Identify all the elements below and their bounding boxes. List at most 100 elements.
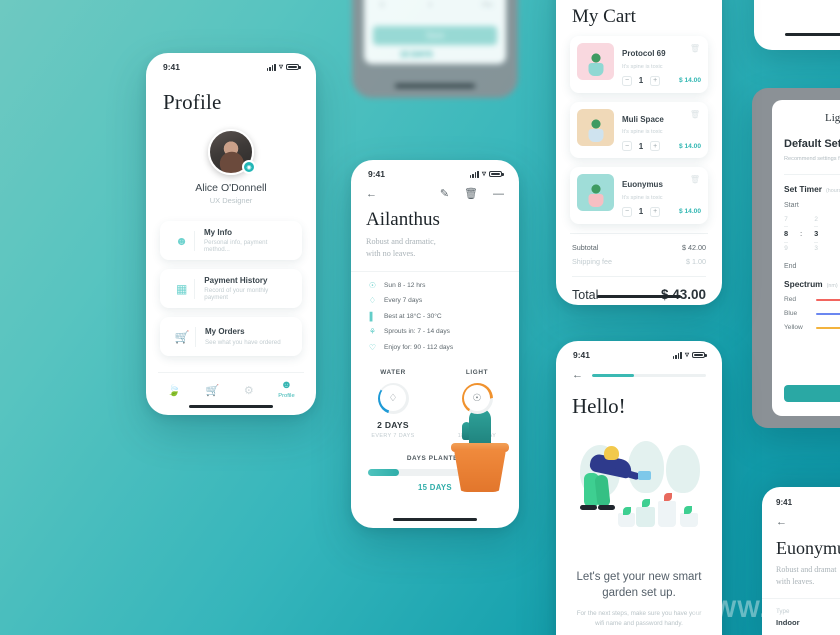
slider-label-yellow: Yellow (784, 324, 803, 332)
cart-item[interactable]: Protocol 69 It's spine is toxic − 1 + $ … (570, 36, 708, 93)
trash-icon[interactable]: 🗑 (690, 175, 700, 184)
status-indicators: ▿ (266, 63, 301, 71)
stat-sub: EVERY 7 DAYS (371, 432, 415, 439)
item-price: $ 14.00 (679, 142, 701, 150)
menu-item-my-orders[interactable]: 🛒 My Orders See what you have ordered (160, 317, 302, 356)
increase-button[interactable]: + (650, 206, 660, 217)
drop-icon: ♢ (368, 296, 377, 306)
tablet-device: Light C Default Settin Recommend setting… (752, 88, 840, 428)
item-name: Muli Space (622, 114, 664, 124)
planter-box (636, 507, 655, 527)
sidebar-item-profile[interactable]: ☻ Profile (278, 379, 294, 399)
menu-item-subtitle: Personal info, payment method... (204, 239, 268, 254)
divider (194, 230, 196, 251)
arrow-left-icon[interactable]: ← (366, 189, 377, 200)
item-desc: It's spine is toxic (622, 194, 663, 201)
trash-icon[interactable]: 🗑 (464, 189, 478, 200)
background-home-indicator (395, 84, 475, 88)
battery-icon (489, 170, 504, 178)
status-indicators: ▿ (672, 351, 707, 359)
minutes-column[interactable]: 2 3 3 (814, 214, 819, 255)
status-time: 9:41 (776, 498, 793, 507)
bush-shape (666, 445, 700, 493)
status-time: 9:41 (573, 350, 591, 360)
sidebar-item-cart[interactable]: 🛒 (206, 384, 220, 399)
bottom-nav: 🍃 🛒 ⚙ ☻ Profile (146, 379, 316, 399)
user-icon: ☻ (175, 233, 188, 248)
background-picker-meridiem: AMPMPre (482, 2, 493, 10)
decrease-button[interactable]: − (622, 75, 632, 86)
menu-item-payment-history[interactable]: ▦ Payment History Record of your monthly… (160, 269, 302, 308)
status-bar: 9:41 ▿ (556, 341, 722, 362)
item-name: Protocol 69 (622, 49, 666, 58)
slider-track-yellow[interactable] (816, 326, 840, 330)
gear-icon: ⚙ (243, 385, 254, 397)
slider-blue[interactable]: Blue (784, 310, 840, 317)
background-days-label: 15 DAYS (400, 50, 433, 59)
increase-button[interactable]: + (650, 141, 660, 151)
time-picker[interactable]: 7 8 9 : 2 3 3 (784, 214, 840, 255)
menu-item-text: Payment History Record of your monthly p… (204, 276, 291, 302)
fact-row: ♡ Enjoy for: 90 - 112 days (368, 343, 519, 352)
sidebar-item-garden[interactable]: 🍃 (167, 384, 181, 399)
menu-item-my-info[interactable]: ☻ My Info Personal info, payment method.… (160, 221, 302, 260)
edit-icon[interactable]: ✎ (440, 189, 449, 200)
thermometer-icon: ▌ (369, 311, 376, 321)
divider (195, 326, 196, 347)
shipping-row: Shipping fee $ 1.00 (556, 257, 722, 266)
cart-items-list: Protocol 69 It's spine is toxic − 1 + $ … (556, 36, 722, 224)
hours-column[interactable]: 7 8 9 (784, 214, 789, 255)
battery-icon (692, 351, 707, 359)
plant-detail-phone: 9:41 ▿ ← ✎ 🗑 — Ailanthus Robust and dram… (351, 160, 519, 528)
minutes-next: 3 (814, 244, 818, 252)
cactus-illustration (450, 408, 510, 492)
avatar-wrapper[interactable]: ◉ (208, 129, 256, 175)
app-canvas: 789 233 AMPMPre Save 15 DAYS 🍃 Garden 🛒 (0, 0, 840, 635)
arrow-left-icon[interactable]: ← (776, 516, 840, 528)
slider-track-red[interactable] (816, 298, 840, 302)
shipping-value: $ 1.00 (686, 256, 706, 266)
trash-icon[interactable]: 🗑 (690, 44, 700, 53)
shipping-label: Shipping fee (572, 256, 612, 266)
quantity-stepper[interactable]: − 1 + $ 14.00 (622, 141, 701, 151)
slider-red[interactable]: Red (784, 296, 840, 303)
camera-icon[interactable]: ◉ (242, 160, 256, 174)
quantity-value: 1 (638, 141, 644, 151)
arrow-left-icon[interactable]: ← (572, 370, 583, 381)
gardener-illustration (556, 435, 722, 555)
garden-nav-fragment: 🍃 Garden 🛒 (754, 0, 840, 50)
decrease-button[interactable]: − (622, 206, 632, 217)
sidebar-item-settings[interactable]: ⚙ (244, 384, 254, 399)
screen-title: Light C (825, 112, 840, 124)
cart-title: My Cart (572, 6, 636, 27)
quantity-stepper[interactable]: − 1 + $ 14.00 (622, 75, 701, 86)
cart-icon: 🛒 (205, 385, 220, 397)
cart-item[interactable]: Euonymus It's spine is toxic − 1 + $ 14.… (570, 167, 708, 224)
trash-icon[interactable]: 🗑 (690, 110, 700, 119)
field-key-type: Type (776, 608, 790, 616)
stat-label: LIGHT (465, 368, 489, 376)
signal-icon (672, 351, 682, 359)
watering-can-icon (638, 471, 651, 480)
toolbar-actions: ✎ 🗑 — (440, 189, 504, 200)
cart-item[interactable]: Muli Space It's spine is toxic − 1 + $ 1… (570, 101, 708, 158)
minus-icon[interactable]: — (493, 189, 504, 200)
decrease-button[interactable]: − (622, 141, 632, 151)
slider-track-blue[interactable] (816, 312, 840, 316)
slider-label-blue: Blue (784, 310, 798, 318)
quantity-stepper[interactable]: − 1 + $ 14.00 (622, 206, 701, 217)
item-price: $ 14.00 (679, 208, 701, 215)
sprout-icon: ⚘ (368, 327, 377, 337)
bush-shape (628, 441, 664, 493)
set-timer-label: Set Timer (784, 183, 823, 194)
quantity-value: 1 (638, 207, 644, 216)
item-thumbnail (577, 43, 614, 80)
status-time: 9:41 (368, 169, 386, 179)
save-button[interactable]: S (784, 385, 840, 402)
onboarding-header: ← (556, 362, 722, 381)
planter-box (680, 513, 698, 527)
sprout-shape (664, 493, 672, 501)
divider (351, 270, 519, 272)
slider-yellow[interactable]: Yellow (784, 324, 840, 331)
increase-button[interactable]: + (650, 75, 660, 86)
